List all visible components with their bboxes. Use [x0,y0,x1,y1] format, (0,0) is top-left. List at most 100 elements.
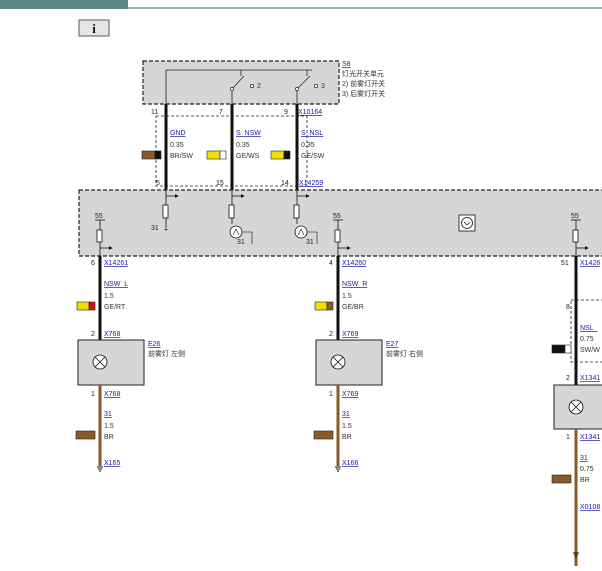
left-ground-link[interactable]: X165 [104,460,120,467]
right-lamp-bottom-connector-link[interactable]: X1341 [580,434,600,441]
mid-ground-wire-gauge: 1.5 [342,423,352,430]
module-top-pin-5: 5 [156,180,160,187]
right-ground-wire-signal-link[interactable]: 31 [580,455,588,462]
e27-bottom-connector-link[interactable]: X769 [342,391,358,398]
module-symbol-icon [458,214,476,232]
e26-bottom-connector-link[interactable]: X768 [104,391,120,398]
wire-gnd-gauge: 0.35 [170,142,184,149]
e26-top-pin: 2 [91,331,95,338]
e26-lamp-box [77,339,145,386]
right-pin-8: 8 [566,304,570,311]
lamp-icon [568,399,584,415]
e26-id-link[interactable]: E26 [148,341,161,348]
module-label-55-a: 55 [95,213,103,220]
left-ground-wire-swatch [75,430,96,440]
left-wire-swatch [76,301,96,311]
right-wire-gauge: 0.75 [580,336,594,343]
switch-unit-title: 灯光开关单元 [342,69,384,78]
lamp-icon [330,354,346,370]
mid-ground-wire-signal-link[interactable]: 31 [342,411,350,418]
e27-lamp-box [315,339,383,386]
wire-s-nsl-signal-link[interactable]: S_NSL [301,130,323,137]
left-wire-gauge: 1.5 [104,293,114,300]
switch-contact-2 [230,87,234,91]
mid-wire-signal-link[interactable]: NSW_R [342,281,367,288]
ground-marker-a: ⏚ [163,226,169,233]
right-ground-wire-gauge: 0.75 [580,466,594,473]
wire-s-nsw-signal-link[interactable]: S_NSW [236,130,261,137]
right-wire-color: SW/W [580,347,600,354]
wiring-diagram: i 2 3 S8 灯光开关单元 2) 前雾灯开关 3) 后雾灯开关 11 7 9… [0,0,602,571]
switch-label-2: 2 [257,83,261,90]
wire-s-nsw-swatch [206,150,227,160]
module-right-pin: 51 [561,260,569,267]
e27-top-pin: 2 [329,331,333,338]
mid-wire-swatch [314,301,334,311]
wire-gnd-signal-link[interactable]: GND [170,130,186,137]
wire-gnd-color: BR/SW [170,153,193,160]
module-label-31-a: 31 [151,225,159,232]
module-label-55-b: 55 [333,213,341,220]
switch-contact-3b [314,84,318,88]
switch-unit-box [142,60,340,105]
e26-desc: 前雾灯 左侧 [148,349,185,358]
left-ground-icon [97,466,103,472]
mid-wire-gauge: 1.5 [342,293,352,300]
module-left-pin: 6 [91,260,95,267]
module-top-connector-link[interactable]: X14259 [299,180,323,187]
s8-connector-link[interactable]: X10164 [298,109,322,116]
header-bar-accent [0,0,128,9]
module-label-55-c: 55 [571,213,579,220]
module-right-connector-link[interactable]: X1426 [580,260,600,267]
module-mid-connector-link[interactable]: X14260 [342,260,366,267]
right-lamp-bottom-pin: 1 [566,434,570,441]
left-ground-wire-gauge: 1.5 [104,423,114,430]
e26-bottom-pin: 1 [91,391,95,398]
left-wire-color: GE/RT [104,304,126,311]
module-left-connector-link[interactable]: X14261 [104,260,128,267]
mid-ground-wire-swatch [313,430,334,440]
e27-bottom-pin: 1 [329,391,333,398]
control-module-box [78,189,602,257]
switch-unit-id-link[interactable]: S8 [342,61,351,68]
wire-s-nsw-color: GE/WS [236,153,260,160]
wiring-diagram-page: i 2 3 S8 灯光开关单元 2) 前雾灯开关 3) 后雾灯开关 11 7 9… [0,0,602,571]
left-ground-wire-color: BR [104,434,114,441]
mid-wire-color: GE/BR [342,304,364,311]
right-ground-wire-swatch [551,474,572,484]
module-label-31-b: 31 [237,239,245,246]
left-ground-wire-signal-link[interactable]: 31 [104,411,112,418]
right-ground-link[interactable]: X0108 [580,504,600,511]
right-lamp-top-connector-link[interactable]: X1341 [580,375,600,382]
wire-s-nsl-swatch [270,150,291,160]
wire-s-nsl-gauge: 0.35 [301,142,315,149]
lamp-icon [92,354,108,370]
switch-legend-2: 2) 前雾灯开关 [342,79,385,88]
right-wire-signal-link[interactable]: NSL_ [580,325,598,332]
s8-pin-9: 9 [284,109,288,116]
wire-s-nsl-color: GE/SW [301,153,325,160]
e26-top-connector-link[interactable]: X768 [104,331,120,338]
switch-contact-2b [250,84,254,88]
switch-label-3: 3 [321,83,325,90]
switch-legend-3: 3) 后雾灯开关 [342,89,385,98]
mid-ground-link[interactable]: X166 [342,460,358,467]
left-wire-signal-link[interactable]: NSW_L [104,281,128,288]
module-top-pin-15: 15 [216,180,224,187]
info-icon: i [92,21,96,36]
module-label-31-c: 31 [306,239,314,246]
switch-contact-3 [295,87,299,91]
info-button[interactable]: i [78,19,110,37]
s8-pin-11: 11 [151,109,158,116]
e27-desc: 前雾灯 右侧 [386,349,423,358]
s8-pin-7: 7 [219,109,223,116]
module-mid-pin: 4 [329,260,333,267]
e27-id-link[interactable]: E27 [386,341,399,348]
right-wire-swatch [551,344,572,354]
mid-ground-wire-color: BR [342,434,352,441]
wire-s-nsw-gauge: 0.35 [236,142,250,149]
right-ground-wire-color: BR [580,477,590,484]
wire-gnd-swatch [141,150,162,160]
e27-top-connector-link[interactable]: X769 [342,331,358,338]
mid-ground-icon [335,466,341,472]
